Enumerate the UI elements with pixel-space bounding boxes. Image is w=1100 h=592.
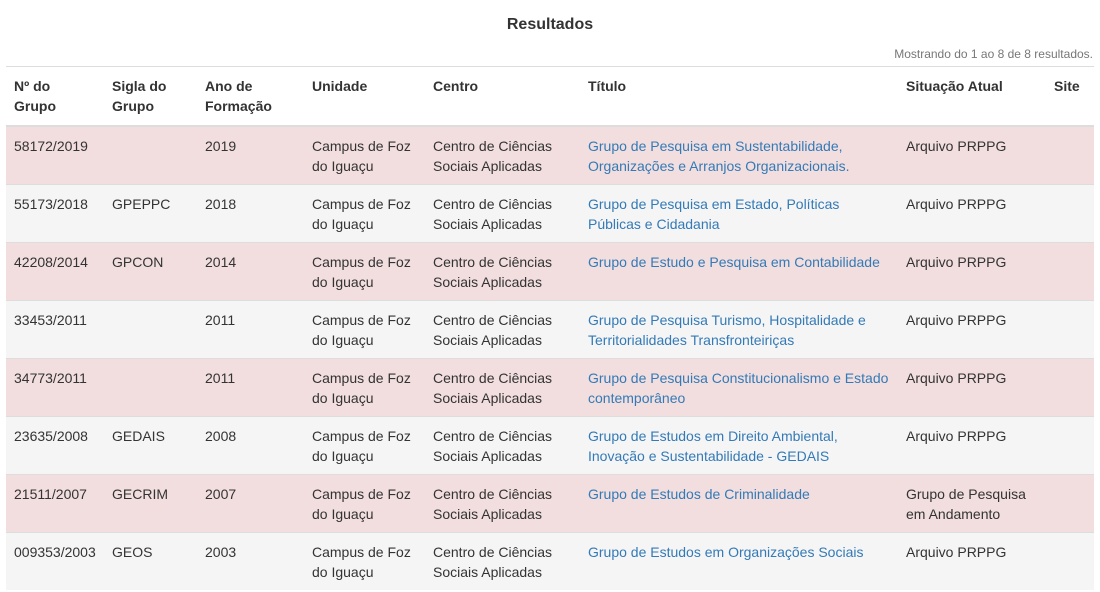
cell-sigla: GPEPPC	[104, 184, 197, 243]
cell-site	[1046, 416, 1094, 475]
cell-situacao: Arquivo PRPPG	[898, 532, 1046, 590]
cell-situacao: Arquivo PRPPG	[898, 184, 1046, 243]
cell-centro: Centro de Ciências Sociais Aplicadas	[425, 358, 580, 417]
cell-unidade: Campus de Foz do Iguaçu	[304, 358, 425, 417]
cell-unidade: Campus de Foz do Iguaçu	[304, 184, 425, 243]
cell-sigla	[104, 358, 197, 417]
cell-site	[1046, 532, 1094, 590]
cell-situacao: Arquivo PRPPG	[898, 125, 1046, 185]
cell-numero: 34773/2011	[6, 358, 104, 417]
table-row: 33453/2011 2011 Campus de Foz do Iguaçu …	[6, 300, 1094, 359]
title-link[interactable]: Grupo de Pesquisa em Estado, Políticas P…	[588, 196, 839, 232]
table-row: 55173/2018 GPEPPC 2018 Campus de Foz do …	[6, 184, 1094, 243]
cell-site	[1046, 358, 1094, 417]
cell-numero: 21511/2007	[6, 474, 104, 533]
table-row: 009353/2003 GEOS 2003 Campus de Foz do I…	[6, 532, 1094, 590]
table-row: 23635/2008 GEDAIS 2008 Campus de Foz do …	[6, 416, 1094, 475]
header-centro[interactable]: Centro	[425, 66, 580, 127]
title-link[interactable]: Grupo de Estudos em Direito Ambiental, I…	[588, 428, 838, 464]
cell-unidade: Campus de Foz do Iguaçu	[304, 532, 425, 590]
cell-centro: Centro de Ciências Sociais Aplicadas	[425, 474, 580, 533]
title-link[interactable]: Grupo de Estudos em Organizações Sociais	[588, 544, 863, 560]
cell-numero: 55173/2018	[6, 184, 104, 243]
cell-site	[1046, 184, 1094, 243]
header-numero[interactable]: Nº do Grupo	[6, 66, 104, 127]
cell-titulo: Grupo de Pesquisa em Estado, Políticas P…	[580, 184, 898, 243]
cell-site	[1046, 300, 1094, 359]
header-titulo[interactable]: Título	[580, 66, 898, 127]
cell-ano: 2014	[197, 242, 304, 301]
cell-ano: 2019	[197, 125, 304, 185]
table-row: 58172/2019 2019 Campus de Foz do Iguaçu …	[6, 125, 1094, 185]
cell-ano: 2011	[197, 358, 304, 417]
cell-titulo: Grupo de Pesquisa em Sustentabilidade, O…	[580, 125, 898, 185]
title-link[interactable]: Grupo de Pesquisa Turismo, Hospitalidade…	[588, 312, 866, 348]
cell-unidade: Campus de Foz do Iguaçu	[304, 242, 425, 301]
table-row: 21511/2007 GECRIM 2007 Campus de Foz do …	[6, 474, 1094, 533]
cell-centro: Centro de Ciências Sociais Aplicadas	[425, 125, 580, 185]
title-link[interactable]: Grupo de Pesquisa Constitucionalismo e E…	[588, 370, 888, 406]
cell-numero: 23635/2008	[6, 416, 104, 475]
title-link[interactable]: Grupo de Estudo e Pesquisa em Contabilid…	[588, 254, 880, 270]
page-title: Resultados	[506, 16, 594, 33]
cell-situacao: Arquivo PRPPG	[898, 416, 1046, 475]
cell-numero: 42208/2014	[6, 242, 104, 301]
cell-centro: Centro de Ciências Sociais Aplicadas	[425, 532, 580, 590]
cell-titulo: Grupo de Pesquisa Constitucionalismo e E…	[580, 358, 898, 417]
header-situacao[interactable]: Situação Atual	[898, 66, 1046, 127]
cell-ano: 2003	[197, 532, 304, 590]
results-count: Mostrando do 1 ao 8 de 8 resultados.	[894, 47, 1093, 61]
cell-sigla	[104, 300, 197, 359]
cell-unidade: Campus de Foz do Iguaçu	[304, 300, 425, 359]
cell-sigla	[104, 125, 197, 185]
cell-unidade: Campus de Foz do Iguaçu	[304, 416, 425, 475]
header-site[interactable]: Site	[1046, 66, 1094, 127]
cell-situacao: Arquivo PRPPG	[898, 358, 1046, 417]
header-ano[interactable]: Ano de Formação	[197, 66, 304, 127]
table-header-row: Nº do Grupo Sigla do Grupo Ano de Formaç…	[6, 66, 1094, 127]
cell-ano: 2008	[197, 416, 304, 475]
header-sigla[interactable]: Sigla do Grupo	[104, 66, 197, 127]
cell-numero: 009353/2003	[6, 532, 104, 590]
cell-sigla: GEDAIS	[104, 416, 197, 475]
cell-sigla: GEOS	[104, 532, 197, 590]
results-table: Nº do Grupo Sigla do Grupo Ano de Formaç…	[6, 66, 1094, 590]
table-row: 34773/2011 2011 Campus de Foz do Iguaçu …	[6, 358, 1094, 417]
cell-numero: 33453/2011	[6, 300, 104, 359]
title-link[interactable]: Grupo de Pesquisa em Sustentabilidade, O…	[588, 138, 849, 174]
cell-titulo: Grupo de Estudo e Pesquisa em Contabilid…	[580, 242, 898, 301]
cell-sigla: GPCON	[104, 242, 197, 301]
cell-titulo: Grupo de Estudos de Criminalidade	[580, 474, 898, 533]
cell-centro: Centro de Ciências Sociais Aplicadas	[425, 242, 580, 301]
cell-site	[1046, 242, 1094, 301]
cell-sigla: GECRIM	[104, 474, 197, 533]
cell-unidade: Campus de Foz do Iguaçu	[304, 474, 425, 533]
cell-numero: 58172/2019	[6, 125, 104, 185]
cell-centro: Centro de Ciências Sociais Aplicadas	[425, 300, 580, 359]
cell-titulo: Grupo de Estudos em Direito Ambiental, I…	[580, 416, 898, 475]
cell-site	[1046, 125, 1094, 185]
cell-ano: 2011	[197, 300, 304, 359]
cell-situacao: Arquivo PRPPG	[898, 300, 1046, 359]
cell-unidade: Campus de Foz do Iguaçu	[304, 125, 425, 185]
cell-centro: Centro de Ciências Sociais Aplicadas	[425, 184, 580, 243]
table-row: 42208/2014 GPCON 2014 Campus de Foz do I…	[6, 242, 1094, 301]
cell-ano: 2007	[197, 474, 304, 533]
cell-ano: 2018	[197, 184, 304, 243]
title-link[interactable]: Grupo de Estudos de Criminalidade	[588, 486, 810, 502]
header-unidade[interactable]: Unidade	[304, 66, 425, 127]
cell-titulo: Grupo de Estudos em Organizações Sociais	[580, 532, 898, 590]
cell-centro: Centro de Ciências Sociais Aplicadas	[425, 416, 580, 475]
cell-situacao: Arquivo PRPPG	[898, 242, 1046, 301]
cell-situacao: Grupo de Pesquisa em Andamento	[898, 474, 1046, 533]
cell-site	[1046, 474, 1094, 533]
cell-titulo: Grupo de Pesquisa Turismo, Hospitalidade…	[580, 300, 898, 359]
